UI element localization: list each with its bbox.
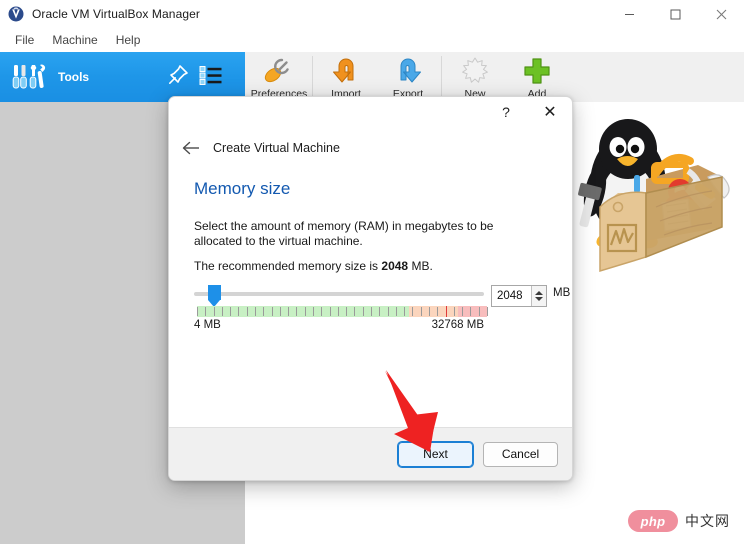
minimize-icon[interactable] xyxy=(606,0,652,28)
recommended-memory-text: The recommended memory size is 2048 MB. xyxy=(194,259,433,273)
recommended-prefix: The recommended memory size is xyxy=(194,259,382,273)
watermark-brand: php xyxy=(628,510,678,532)
menubar: File Machine Help xyxy=(0,28,744,52)
virtualbox-logo-icon xyxy=(8,6,24,22)
toolbar-button-add[interactable]: Add xyxy=(506,52,568,102)
window-controls xyxy=(606,0,744,28)
memory-value-input[interactable]: 2048 xyxy=(492,286,531,306)
import-icon xyxy=(331,56,361,86)
tools-label: Tools xyxy=(58,70,90,84)
recommended-value: 2048 xyxy=(381,259,409,273)
cancel-button[interactable]: Cancel xyxy=(483,441,558,467)
slider-handle[interactable] xyxy=(208,285,222,307)
maximize-icon[interactable] xyxy=(652,0,698,28)
toolbar-button-preferences[interactable]: Preferences xyxy=(248,52,310,102)
spinbox-down-icon[interactable] xyxy=(535,297,543,301)
toolbar-separator xyxy=(312,56,313,96)
slider-groove xyxy=(194,292,484,296)
dialog-close-icon[interactable]: ✕ xyxy=(528,97,572,127)
memory-spinbox[interactable]: 2048 xyxy=(491,285,547,307)
create-virtual-machine-dialog: ? ✕ Create Virtual Machine Memory size S… xyxy=(168,96,573,481)
menu-item-machine[interactable]: Machine xyxy=(43,30,106,50)
menu-item-help[interactable]: Help xyxy=(107,30,150,50)
preferences-icon xyxy=(262,56,296,86)
toolbar-buttons: Preferences Import Export New Add xyxy=(248,52,568,102)
virtualbox-manager-window: Oracle VM VirtualBox Manager File Machin… xyxy=(0,0,744,544)
dialog-description: Select the amount of memory (RAM) in meg… xyxy=(194,219,494,249)
window-titlebar: Oracle VM VirtualBox Manager xyxy=(0,0,744,28)
slider-min-label: 4 MB xyxy=(194,319,221,331)
help-icon[interactable]: ? xyxy=(484,97,528,127)
slider-tick-marks xyxy=(197,306,488,317)
spinbox-buttons xyxy=(531,286,546,306)
slider-max-label: 32768 MB xyxy=(431,319,484,331)
tools-actions xyxy=(167,52,223,102)
export-icon xyxy=(393,56,423,86)
add-icon xyxy=(522,56,552,86)
tux-penguin-toolbox-illustration xyxy=(570,107,744,292)
list-view-icon[interactable] xyxy=(199,64,223,91)
pin-icon[interactable] xyxy=(167,64,189,91)
page-title: Memory size xyxy=(194,179,291,198)
next-button[interactable]: Next xyxy=(397,440,474,468)
close-icon[interactable] xyxy=(698,0,744,28)
new-icon xyxy=(460,56,490,86)
toolbar-strip: Tools Preferences Import Export New Add xyxy=(0,52,744,102)
memory-unit-label: MB xyxy=(553,287,571,299)
sidebar-item-tools[interactable]: Tools xyxy=(0,52,245,102)
tools-icon xyxy=(12,62,48,92)
recommended-suffix: MB. xyxy=(408,259,433,273)
toolbar-button-new[interactable]: New xyxy=(444,52,506,102)
dialog-wizard-title: Create Virtual Machine xyxy=(213,141,340,155)
back-arrow-icon[interactable] xyxy=(178,135,204,161)
menu-item-file[interactable]: File xyxy=(6,30,43,50)
dialog-footer: Next Cancel xyxy=(169,427,572,480)
dialog-back-row: Create Virtual Machine xyxy=(169,135,572,161)
watermark-suffix: 中文网 xyxy=(685,514,730,530)
window-title: Oracle VM VirtualBox Manager xyxy=(32,7,200,21)
watermark: php 中文网 xyxy=(628,510,730,532)
toolbar-button-import[interactable]: Import xyxy=(315,52,377,102)
dialog-titlebar: ? ✕ xyxy=(169,97,572,127)
toolbar-separator xyxy=(441,56,442,96)
slider-handle-body xyxy=(208,285,222,300)
spinbox-up-icon[interactable] xyxy=(535,291,543,295)
slider-range-labels: 4 MB 32768 MB xyxy=(194,319,484,331)
toolbar-button-export[interactable]: Export xyxy=(377,52,439,102)
